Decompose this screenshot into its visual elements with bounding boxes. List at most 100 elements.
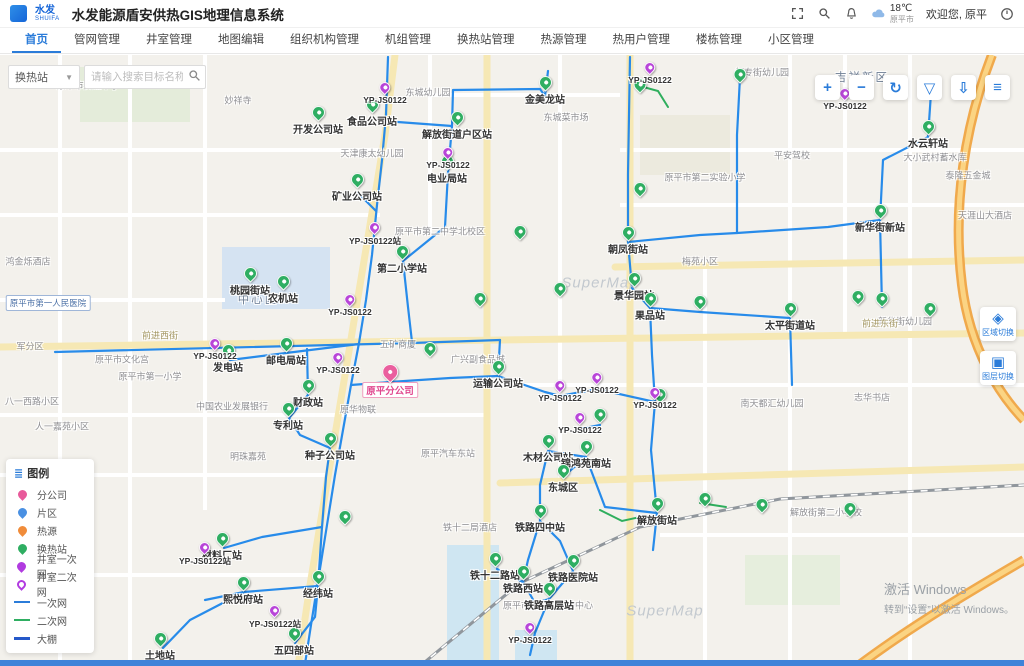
legend-swatch bbox=[14, 562, 30, 571]
station-pin[interactable] bbox=[564, 551, 582, 569]
station-pin[interactable] bbox=[631, 179, 649, 197]
station-pin[interactable] bbox=[841, 499, 859, 517]
station-label: 经纬站 bbox=[303, 585, 333, 600]
map-canvas[interactable]: 原平市实验中学妙祥寺东城幼儿园东城菜市场天津康太幼儿园红专街幼儿园吉祥新区平安驾… bbox=[0, 55, 1024, 666]
well-label: YP-JS0122 bbox=[628, 75, 671, 85]
nav-tab[interactable]: 组织机构管理 bbox=[277, 28, 372, 53]
station-pin[interactable] bbox=[336, 507, 354, 525]
well-pin[interactable] bbox=[440, 145, 456, 161]
station-label: 果品站 bbox=[635, 307, 665, 322]
map-place-label: 鸿金烁酒店 bbox=[5, 255, 50, 268]
station-pin[interactable] bbox=[348, 170, 366, 188]
station-pin[interactable] bbox=[781, 299, 799, 317]
logout-icon[interactable] bbox=[999, 6, 1014, 21]
well-pin[interactable] bbox=[207, 336, 223, 352]
search-icon[interactable] bbox=[188, 69, 201, 87]
station-pin[interactable] bbox=[753, 495, 771, 513]
station-pin[interactable] bbox=[536, 73, 554, 91]
well-pin[interactable] bbox=[647, 385, 663, 401]
station-label: 新华街新站 bbox=[855, 219, 905, 234]
map-place-label: 平安驾校 bbox=[774, 149, 810, 162]
map-place-label: 天涯山大酒店 bbox=[958, 209, 1012, 222]
station-pin[interactable] bbox=[151, 629, 169, 647]
station-pin[interactable] bbox=[421, 339, 439, 357]
filter-button[interactable]: ▽ bbox=[917, 75, 942, 100]
station-label: 开发公司站 bbox=[293, 121, 343, 136]
nav-tab[interactable]: 管网管理 bbox=[61, 28, 133, 53]
station-pin[interactable] bbox=[471, 289, 489, 307]
station-pin[interactable] bbox=[540, 579, 558, 597]
well-pin[interactable] bbox=[522, 620, 538, 636]
well-pin[interactable] bbox=[342, 292, 358, 308]
station-pin[interactable] bbox=[919, 117, 937, 135]
nav-tab[interactable]: 换热站管理 bbox=[444, 28, 528, 53]
station-pin[interactable] bbox=[299, 376, 317, 394]
nav-tab[interactable]: 首页 bbox=[12, 28, 61, 53]
nav-tab[interactable]: 小区管理 bbox=[755, 28, 827, 53]
station-pin[interactable] bbox=[691, 292, 709, 310]
station-pin[interactable] bbox=[277, 334, 295, 352]
well-pin[interactable] bbox=[367, 220, 383, 236]
well-pin[interactable] bbox=[330, 350, 346, 366]
station-pin[interactable] bbox=[648, 494, 666, 512]
layer-toggle-button[interactable]: ◈区域切换 bbox=[980, 307, 1016, 341]
nav-tab[interactable]: 井室管理 bbox=[133, 28, 205, 53]
station-label: 食品公司站 bbox=[347, 113, 397, 128]
station-pin[interactable] bbox=[554, 461, 572, 479]
well-pin[interactable] bbox=[552, 378, 568, 394]
station-pin[interactable] bbox=[309, 103, 327, 121]
well-pin[interactable] bbox=[197, 540, 213, 556]
station-pin[interactable] bbox=[279, 399, 297, 417]
station-pin[interactable] bbox=[696, 489, 714, 507]
nav-tab[interactable]: 热源管理 bbox=[528, 28, 600, 53]
nav-tab[interactable]: 地图编辑 bbox=[205, 28, 277, 53]
well-pin[interactable] bbox=[642, 60, 658, 76]
nav-tab[interactable]: 楼栋管理 bbox=[683, 28, 755, 53]
zoom-out-button[interactable]: − bbox=[849, 75, 874, 100]
export-button[interactable]: ⇩ bbox=[951, 75, 976, 100]
layer-settings-button[interactable]: ≡ bbox=[985, 75, 1010, 100]
station-pin[interactable] bbox=[511, 222, 529, 240]
station-pin[interactable] bbox=[489, 357, 507, 375]
station-pin[interactable] bbox=[531, 501, 549, 519]
well-pin[interactable] bbox=[267, 603, 283, 619]
map-place-label: 原平市第二实验小学 bbox=[664, 171, 745, 184]
map-place-label: 东城菜市场 bbox=[543, 111, 588, 124]
station-pin[interactable] bbox=[577, 437, 595, 455]
station-pin[interactable] bbox=[551, 279, 569, 297]
zoom-in-button[interactable]: + bbox=[815, 75, 840, 100]
station-type-select[interactable]: 换热站 ▼ bbox=[8, 65, 80, 89]
station-label: 铁路四中站 bbox=[515, 519, 565, 534]
branch-company-pin[interactable] bbox=[379, 361, 402, 384]
fullscreen-icon[interactable] bbox=[790, 6, 805, 21]
station-pin[interactable] bbox=[873, 289, 891, 307]
station-pin[interactable] bbox=[731, 65, 749, 83]
nav-tab[interactable]: 热用户管理 bbox=[600, 28, 684, 53]
station-pin[interactable] bbox=[619, 223, 637, 241]
station-pin[interactable] bbox=[539, 431, 557, 449]
layers-icon: ◈ bbox=[992, 311, 1004, 326]
station-pin[interactable] bbox=[625, 269, 643, 287]
station-pin[interactable] bbox=[309, 567, 327, 585]
station-pin[interactable] bbox=[321, 429, 339, 447]
search-icon[interactable] bbox=[817, 6, 832, 21]
station-pin[interactable] bbox=[641, 289, 659, 307]
station-pin[interactable] bbox=[921, 299, 939, 317]
layer-toggle-button[interactable]: ▣图层切换 bbox=[980, 351, 1016, 385]
map-place-label: 东城幼儿园 bbox=[405, 86, 450, 99]
well-pin[interactable] bbox=[572, 410, 588, 426]
station-pin[interactable] bbox=[448, 108, 466, 126]
station-pin[interactable] bbox=[849, 287, 867, 305]
station-pin[interactable] bbox=[234, 573, 252, 591]
station-pin[interactable] bbox=[514, 562, 532, 580]
nav-tab[interactable]: 机组管理 bbox=[372, 28, 444, 53]
station-pin[interactable] bbox=[486, 549, 504, 567]
well-pin[interactable] bbox=[589, 370, 605, 386]
legend-label: 一次网 bbox=[37, 595, 67, 610]
well-pin[interactable] bbox=[377, 80, 393, 96]
reset-view-button[interactable]: ↻ bbox=[883, 75, 908, 100]
station-pin[interactable] bbox=[241, 264, 259, 282]
bell-icon[interactable] bbox=[844, 6, 859, 21]
station-pin[interactable] bbox=[274, 272, 292, 290]
station-pin[interactable] bbox=[871, 201, 889, 219]
